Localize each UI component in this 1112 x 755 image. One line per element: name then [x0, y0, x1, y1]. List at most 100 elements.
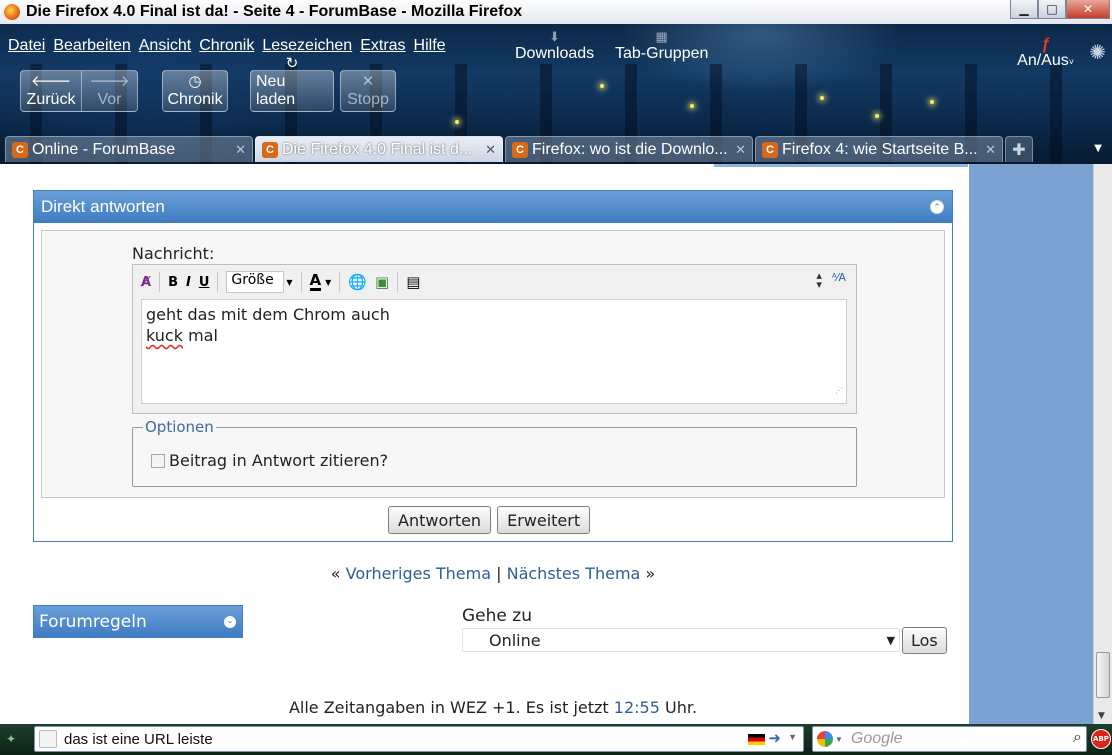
- clock-icon: ◷: [188, 73, 202, 90]
- forum-rules-box[interactable]: Forumregeln ⌄: [33, 605, 243, 638]
- firefox-icon[interactable]: [4, 4, 20, 20]
- tab-close-icon[interactable]: ✕: [485, 142, 496, 158]
- sparkle-icon: ✦: [6, 732, 17, 746]
- german-flag-icon[interactable]: [748, 734, 765, 745]
- message-label: Nachricht:: [132, 244, 215, 263]
- tab-close-icon[interactable]: ✕: [985, 142, 996, 158]
- font-size-value: Größe: [231, 272, 274, 288]
- tab-title: Firefox: wo ist die Downlo...: [532, 140, 728, 158]
- new-tab-button[interactable]: ✚: [1005, 136, 1033, 162]
- switch-mode-icon[interactable]: ᴬ⁄A: [832, 271, 846, 289]
- tab-firefox-startseite[interactable]: C Firefox 4: wie Startseite B... ✕: [755, 136, 1003, 162]
- search-bar[interactable]: ▼ Google ⌕: [812, 726, 1087, 752]
- flash-toggle-button[interactable]: ƒ An/Aus˅: [1017, 36, 1074, 70]
- italic-icon[interactable]: I: [186, 275, 191, 290]
- font-size-dropdown[interactable]: Größe: [226, 271, 285, 293]
- tab-groups-button[interactable]: ▦ Tab-Gruppen: [615, 30, 708, 63]
- underline-icon[interactable]: U: [199, 275, 210, 290]
- tab-firefox-final[interactable]: C Die Firefox 4.0 Final ist d... ✕: [255, 136, 503, 162]
- maximize-button[interactable]: □: [1038, 0, 1066, 19]
- previous-topic-link[interactable]: Vorheriges Thema: [346, 564, 491, 583]
- downloads-button[interactable]: ⬇ Downloads: [515, 30, 594, 63]
- adblock-plus-icon[interactable]: ABP: [1091, 729, 1111, 749]
- quote-checkbox-row[interactable]: Beitrag in Antwort zitieren?: [151, 451, 388, 470]
- forum-favicon-icon: C: [512, 141, 528, 158]
- download-arrow-icon: ⬇: [549, 29, 561, 44]
- timezone-text: Alle Zeitangaben in WEZ +1. Es ist jetzt: [288, 698, 609, 717]
- close-button[interactable]: ✕: [1066, 0, 1110, 19]
- forward-label: Vor: [97, 91, 122, 108]
- resize-grip-icon[interactable]: ⋰: [835, 380, 843, 401]
- tab-online-forumbase[interactable]: C Online - ForumBase ✕: [5, 136, 253, 162]
- menu-chronik[interactable]: Chronik: [199, 37, 254, 55]
- message-line: kuck mal: [146, 325, 842, 346]
- menu-bar: Datei Bearbeiten Ansicht Chronik Lesezei…: [8, 37, 454, 55]
- scroll-down-icon[interactable]: ▼: [1098, 711, 1105, 721]
- tab-firefox-download[interactable]: C Firefox: wo ist die Downlo... ✕: [505, 136, 753, 162]
- menu-lesezeichen[interactable]: Lesezeichen: [262, 37, 352, 55]
- message-line: geht das mit dem Chrom auch: [146, 305, 390, 324]
- quote-checkbox[interactable]: [151, 453, 165, 468]
- chevron-down-icon[interactable]: ▼: [325, 278, 331, 287]
- navigation-toolbar: 🡐 Zurück 🡒 Vor ◷ Chronik ↻ Neu laden ✕ S…: [20, 56, 396, 112]
- go-arrow-icon[interactable]: ➜: [768, 729, 781, 747]
- flash-icon: ƒ: [1041, 36, 1051, 53]
- menu-hilfe[interactable]: Hilfe: [414, 37, 446, 55]
- menu-bearbeiten[interactable]: Bearbeiten: [53, 37, 130, 55]
- search-input[interactable]: Google: [851, 730, 903, 748]
- tab-title: Online - ForumBase: [32, 140, 176, 158]
- tab-groups-label: Tab-Gruppen: [615, 45, 709, 62]
- chevron-down-icon[interactable]: ▼: [286, 278, 292, 287]
- url-bar[interactable]: das ist eine URL leiste ➜ ▼: [34, 726, 804, 752]
- tab-list-chevron-icon[interactable]: ▼: [1094, 143, 1102, 154]
- search-icon[interactable]: ⌕: [1073, 729, 1082, 747]
- firefly-decoration: [455, 120, 459, 124]
- scrollbar-thumb[interactable]: [1096, 652, 1110, 698]
- forward-button[interactable]: 🡒 Vor: [82, 70, 138, 112]
- url-input[interactable]: das ist eine URL leiste: [64, 731, 213, 748]
- reload-button[interactable]: ↻ Neu laden: [250, 56, 334, 112]
- insert-image-icon[interactable]: ▣: [375, 273, 389, 291]
- back-button[interactable]: 🡐 Zurück: [20, 70, 82, 112]
- next-topic-link[interactable]: Nächstes Thema: [507, 564, 641, 583]
- submit-reply-button[interactable]: Antworten: [388, 506, 492, 534]
- chevron-down-icon[interactable]: ▼: [788, 732, 797, 742]
- forum-favicon-icon: C: [762, 141, 778, 158]
- downloads-label: Downloads: [515, 45, 595, 62]
- bottom-toolbar: ✦ das ist eine URL leiste ➜ ▼ ▼ Google ⌕…: [0, 724, 1112, 755]
- page-identity-icon[interactable]: [39, 730, 57, 748]
- remove-format-icon[interactable]: A̸: [141, 275, 151, 290]
- menu-datei[interactable]: Datei: [8, 37, 45, 55]
- message-textarea[interactable]: geht das mit dem Chrom auch kuck mal ⋰: [141, 299, 847, 404]
- minimize-button[interactable]: ▁: [1010, 0, 1038, 19]
- forward-arrow-icon: 🡒: [89, 73, 130, 90]
- bold-icon[interactable]: B: [168, 275, 178, 290]
- firefly-decoration: [690, 104, 694, 108]
- link-globe-icon[interactable]: 🌐: [348, 273, 367, 291]
- expand-icon[interactable]: ⌄: [224, 616, 236, 628]
- menu-extras[interactable]: Extras: [360, 37, 405, 55]
- collapse-icon[interactable]: ⌃: [930, 200, 944, 214]
- google-icon[interactable]: [817, 731, 833, 747]
- tab-close-icon[interactable]: ✕: [735, 142, 746, 158]
- goto-select[interactable]: Online ▼: [462, 628, 900, 652]
- goto-button[interactable]: Los: [902, 627, 947, 654]
- history-button[interactable]: ◷ Chronik: [162, 70, 228, 112]
- window-title: Die Firefox 4.0 Final ist da! - Seite 4 …: [26, 3, 523, 20]
- firefly-decoration: [820, 96, 824, 100]
- editor-toolbar: A̸ B I U Größe ▼ A ▼ 🌐 ▣ ▤: [133, 265, 856, 299]
- font-color-icon[interactable]: A: [309, 273, 322, 291]
- resize-toggle-icon[interactable]: ▴ ▾: [816, 270, 822, 290]
- menu-ansicht[interactable]: Ansicht: [139, 37, 191, 55]
- tab-bar: C Online - ForumBase ✕ C Die Firefox 4.0…: [5, 136, 1033, 162]
- stop-button[interactable]: ✕ Stopp: [340, 70, 396, 112]
- vertical-scrollbar[interactable]: ▼: [1093, 164, 1112, 724]
- gear-icon[interactable]: ✺: [1089, 40, 1106, 64]
- quick-reply-header: Direkt antworten ⌃: [34, 191, 952, 223]
- tab-close-icon[interactable]: ✕: [235, 142, 246, 158]
- flash-toggle-label: An/Aus: [1017, 52, 1069, 69]
- quote-icon[interactable]: ▤: [406, 273, 420, 291]
- stop-label: Stopp: [347, 91, 389, 108]
- advanced-reply-button[interactable]: Erweitert: [497, 506, 591, 534]
- chevron-down-icon[interactable]: ▼: [835, 735, 843, 744]
